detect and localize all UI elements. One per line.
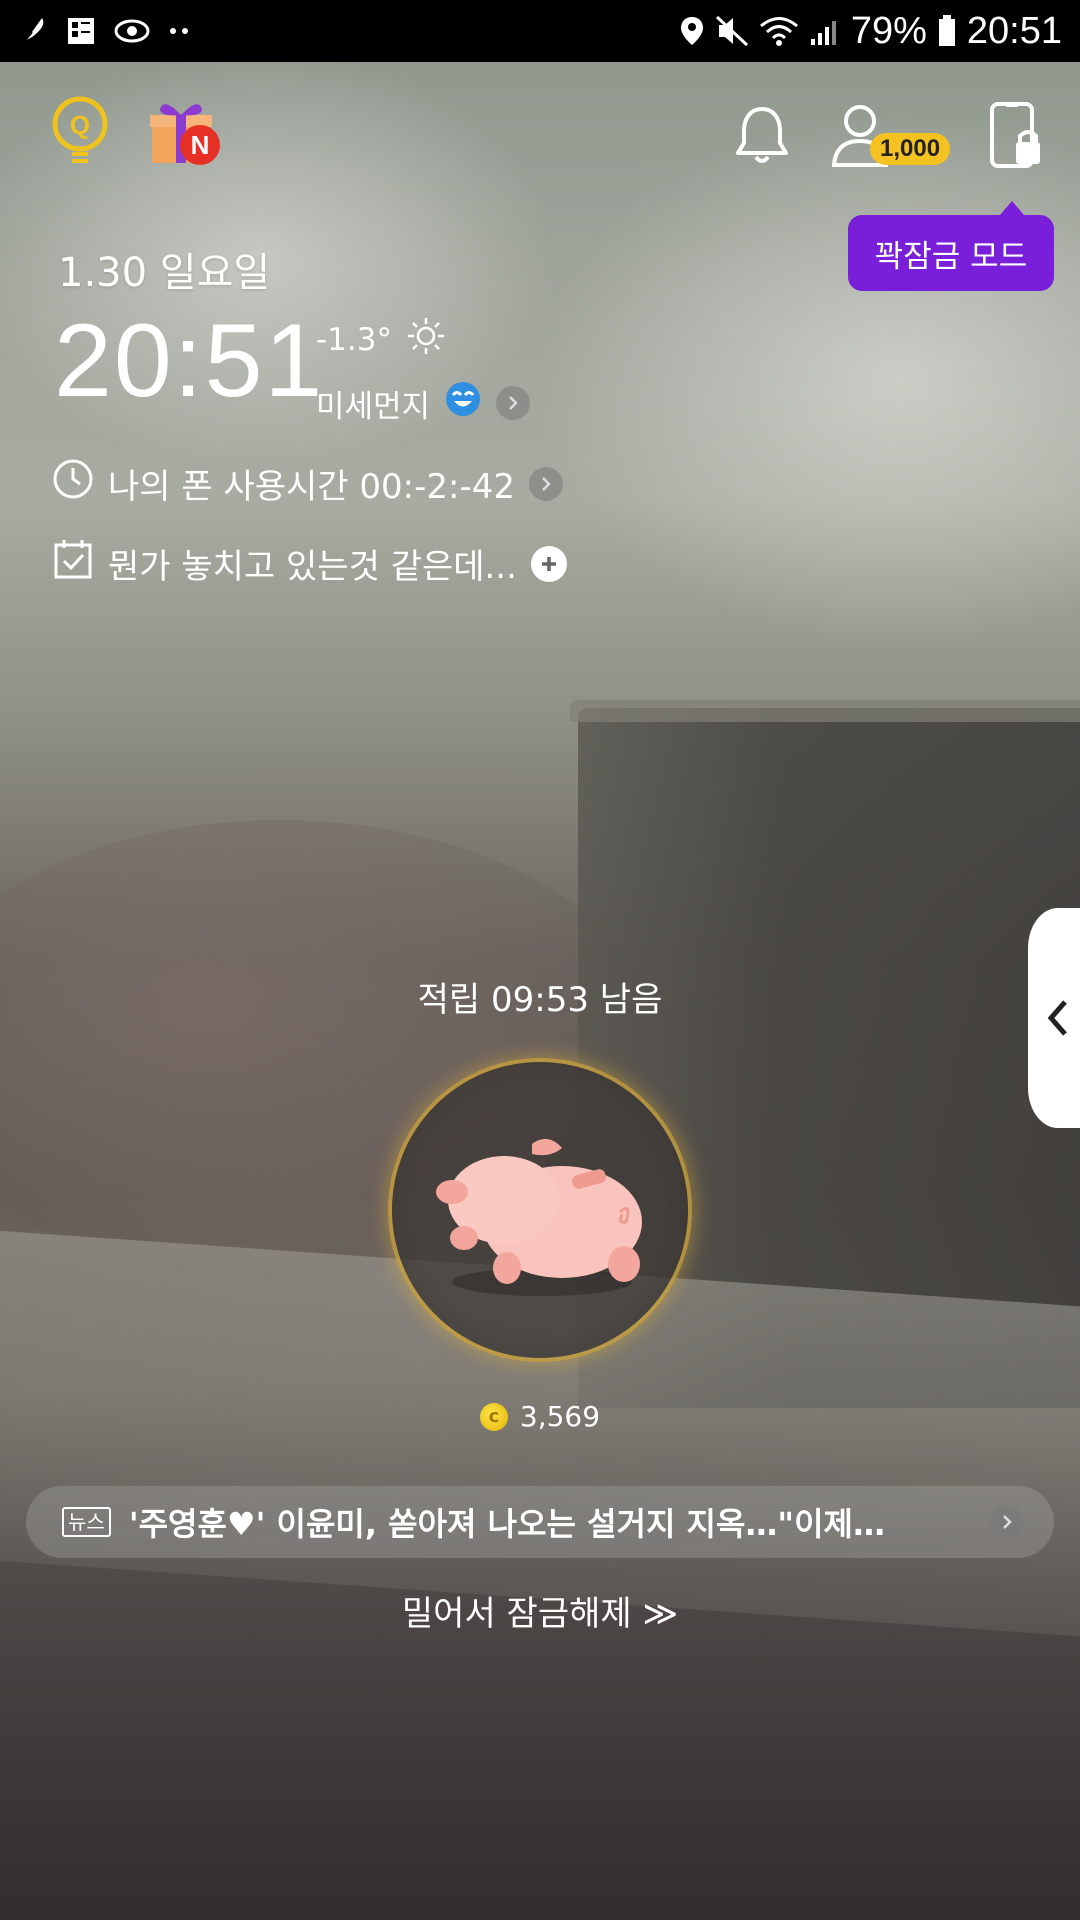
reward-timer-label: 적립 09:53 남음 xyxy=(417,980,663,1020)
bulb-q-icon: Q xyxy=(52,96,108,163)
gift-button[interactable]: N xyxy=(146,97,220,167)
topbar-right: 1,000 xyxy=(732,100,1044,170)
sun-icon xyxy=(406,316,446,364)
dust-detail-button[interactable] xyxy=(496,386,531,420)
calendar-check-icon xyxy=(52,538,94,589)
wifi-icon xyxy=(759,15,799,47)
news-ticker[interactable]: 뉴스 '주영훈♥' 이윤미, 쏟아져 나오는 설거지 지옥…"이제… xyxy=(26,1486,1054,1558)
usage-label: 나의 폰 사용시간 00:-2:-42 xyxy=(108,467,515,507)
dust-label: 미세먼지 xyxy=(316,388,431,425)
news-detail-button[interactable] xyxy=(990,1505,1024,1539)
location-icon xyxy=(679,15,705,47)
chevron-right-icon xyxy=(509,396,518,410)
phone-lock-icon xyxy=(990,102,1040,168)
clock-time: 20:51 xyxy=(54,303,325,419)
points-badge: 1,000 xyxy=(870,133,951,165)
chevron-right-icon xyxy=(1003,1515,1012,1529)
status-time: 20:51 xyxy=(966,9,1062,52)
battery-icon xyxy=(937,14,957,48)
usage-detail-button[interactable] xyxy=(529,466,563,501)
lock-mode-button[interactable] xyxy=(988,100,1044,170)
chevron-right-icon xyxy=(542,476,551,491)
usage-row[interactable]: 나의 폰 사용시간 00:-2:-42 xyxy=(52,458,563,509)
svg-text:Q: Q xyxy=(70,110,90,140)
coin-amount: 3,569 xyxy=(519,1400,601,1433)
background-cup-rim xyxy=(570,700,1080,722)
pig-character-button[interactable] xyxy=(392,1062,688,1358)
add-todo-button[interactable] xyxy=(530,545,567,582)
clock-icon xyxy=(52,458,94,509)
battery-percent: 79% xyxy=(850,9,927,52)
mute-icon xyxy=(715,15,749,47)
weather-widget: -1.3° 미세먼지 xyxy=(316,316,531,426)
profile-button[interactable]: 1,000 xyxy=(830,101,951,169)
slide-to-unlock[interactable]: 밀어서 잠금해제 ≫ xyxy=(0,1586,1080,1635)
topbar-left: Q N xyxy=(50,96,220,168)
news-tag: 뉴스 xyxy=(62,1507,111,1537)
eye-icon xyxy=(114,18,150,44)
grid-icon xyxy=(66,16,96,46)
status-bar: 79% 20:51 xyxy=(0,0,1080,62)
signal-icon xyxy=(809,15,841,47)
lock-mode-tooltip[interactable]: 꽉잠금 모드 xyxy=(848,201,1054,291)
coin-balance: c 3,569 xyxy=(0,1400,1080,1433)
coin-icon: c xyxy=(479,1402,508,1431)
todo-label: 뭔가 놓치고 있는것 같은데... xyxy=(108,547,517,587)
news-headline: '주영훈♥' 이윤미, 쏟아져 나오는 설거지 지옥…"이제… xyxy=(128,1505,885,1543)
notification-button[interactable] xyxy=(732,103,792,167)
temperature: -1.3° xyxy=(316,322,392,358)
lock-screen: 79% 20:51 Q N 1,000 꽉잠금 모드 1.30 일요일 20:5… xyxy=(0,0,1080,1920)
todo-row[interactable]: 뭔가 놓치고 있는것 같은데... xyxy=(52,538,567,589)
bell-icon xyxy=(736,107,788,163)
plus-icon xyxy=(541,556,556,571)
dust-row[interactable]: 미세먼지 xyxy=(316,380,531,426)
date-label: 1.30 일요일 xyxy=(58,250,271,296)
feather-icon xyxy=(18,14,48,48)
quiz-bulb-button[interactable]: Q xyxy=(50,96,110,168)
happy-face-icon xyxy=(444,380,482,426)
gift-badge: N xyxy=(180,125,220,165)
dots-icon xyxy=(168,26,192,36)
pig-character-icon xyxy=(436,1138,642,1296)
